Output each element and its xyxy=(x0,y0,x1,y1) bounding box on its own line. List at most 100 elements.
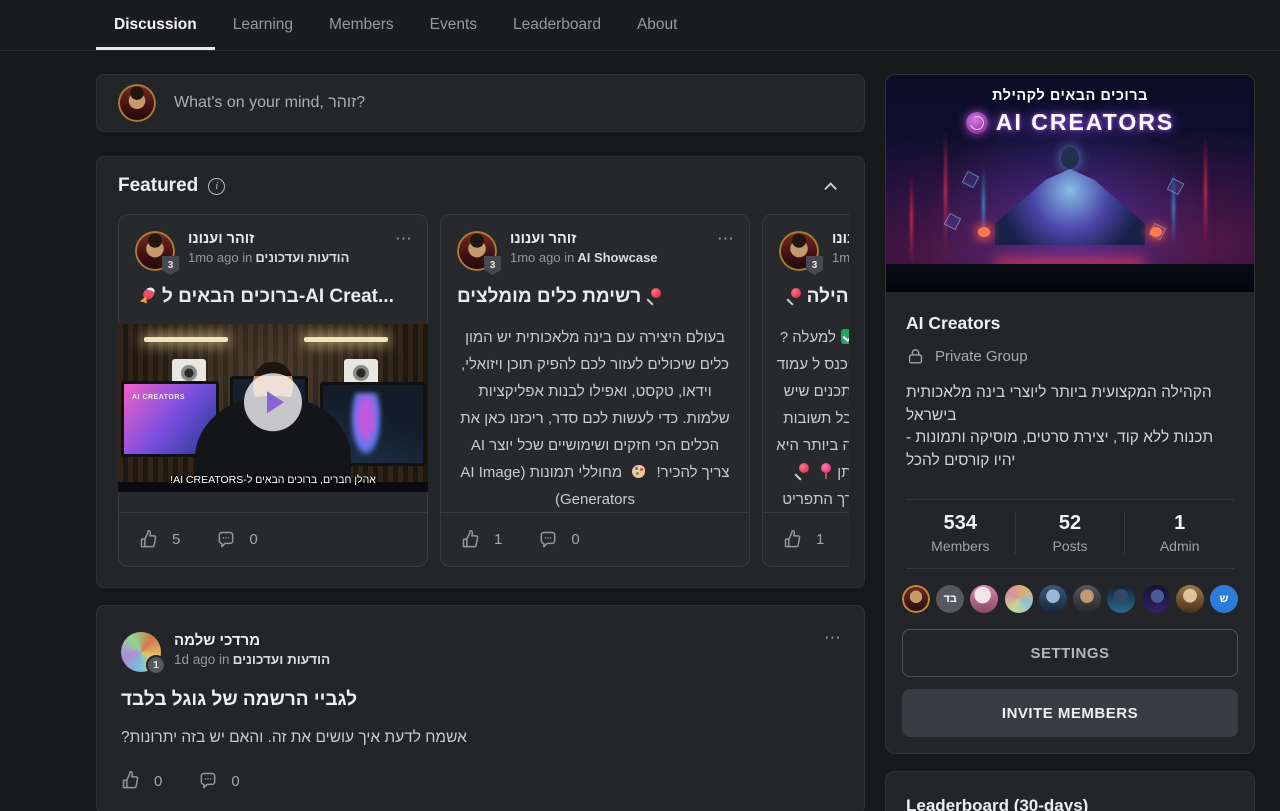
author-name[interactable]: זוהר וענונו xyxy=(188,231,349,247)
featured-title: Featured xyxy=(118,175,198,197)
like-button[interactable] xyxy=(121,771,141,791)
body-line: היכנס ל עמוד xyxy=(779,351,849,378)
round-pushpin-emoji-icon xyxy=(820,463,832,479)
member-avatar[interactable] xyxy=(1107,585,1135,613)
tab-leaderboard[interactable]: Leaderboard xyxy=(495,0,619,50)
level-badge: 1 xyxy=(146,655,166,675)
leaderboard-title: Leaderboard (30-days) xyxy=(906,796,1234,811)
banner-figure-hand xyxy=(1150,227,1162,237)
brain-logo-icon xyxy=(966,112,988,134)
tab-discussion[interactable]: Discussion xyxy=(96,0,215,50)
author-name[interactable]: מרדכי שלמה xyxy=(174,632,330,649)
member-avatar[interactable] xyxy=(1176,585,1204,613)
floating-cube xyxy=(962,171,980,189)
channel-name[interactable]: הודעות ועדכונים xyxy=(233,652,331,667)
settings-button[interactable]: SETTINGS xyxy=(902,629,1238,677)
like-count: 1 xyxy=(816,531,824,548)
member-avatar[interactable] xyxy=(902,585,930,613)
stat-admins[interactable]: 1 Admin xyxy=(1124,512,1234,554)
body-line: למעלה ? xyxy=(779,324,849,351)
level-badge: 3 xyxy=(806,256,823,275)
comment-button[interactable] xyxy=(216,530,236,550)
post-composer[interactable]: What's on your mind, זוהר? xyxy=(96,74,865,132)
comment-count: 0 xyxy=(249,531,257,548)
level-badge: 3 xyxy=(162,256,179,275)
post-age: 1d ago in xyxy=(174,652,230,667)
comment-count: 0 xyxy=(571,531,579,548)
pushpin-emoji-icon xyxy=(646,288,662,304)
rocket-emoji-icon xyxy=(140,287,157,304)
tab-learning[interactable]: Learning xyxy=(215,0,311,50)
pushpin-emoji-icon xyxy=(794,463,810,479)
featured-post-card-clipped[interactable]: 3 זוהר וענונו 1mo ago in ⋯ קהילה xyxy=(762,214,849,567)
body-line: דרך התפריט xyxy=(779,486,849,513)
featured-header: Featured i xyxy=(118,175,849,197)
featured-section: Featured i 3 זוהר וענונו xyxy=(96,156,865,588)
author-avatar[interactable]: 3 xyxy=(135,231,175,271)
member-avatar[interactable] xyxy=(1039,585,1067,613)
video-caption: אהלן חברים, ברוכים הבאים ל-AI CREATORS! xyxy=(118,474,428,486)
post-menu-icon[interactable]: ⋯ xyxy=(395,229,413,249)
channel-name[interactable]: AI Showcase xyxy=(577,250,657,265)
banner-welcome-text: ברוכים הבאים לקהילת xyxy=(886,88,1254,104)
post-meta: 1mo ago inAI Showcase xyxy=(510,250,658,265)
group-name: AI Creators xyxy=(906,313,1234,334)
tab-events[interactable]: Events xyxy=(412,0,495,50)
lock-icon xyxy=(906,347,925,366)
group-about-card: ברוכים הבאים לקהילת AI CREATORS AI Creat… xyxy=(885,74,1255,754)
featured-cards-row: 3 זוהר וענונו 1mo ago inהודעות ועדכונים … xyxy=(118,214,849,567)
post-footer: 5 0 xyxy=(119,512,427,566)
tab-about[interactable]: About xyxy=(619,0,696,50)
stat-posts[interactable]: 52 Posts xyxy=(1015,512,1125,554)
banner-light-streak xyxy=(1204,135,1207,245)
author-name[interactable]: זוהר וענונו xyxy=(832,231,849,247)
play-icon xyxy=(267,391,284,413)
member-avatar[interactable] xyxy=(1142,585,1170,613)
banner-desk xyxy=(886,264,1254,292)
banner-figure-body xyxy=(995,169,1145,245)
author-avatar[interactable]: 1 xyxy=(121,632,161,672)
featured-post-card[interactable]: 3 זוהר וענונו 1mo ago inAI Showcase ⋯ רש… xyxy=(440,214,750,567)
channel-name[interactable]: הודעות ועדכונים xyxy=(255,250,349,265)
video-thumbnail[interactable]: אהלן חברים, ברוכים הבאים ל-AI CREATORS! xyxy=(118,324,428,492)
current-user-avatar[interactable] xyxy=(118,84,156,122)
chevron-up-icon[interactable] xyxy=(824,182,837,195)
stat-members[interactable]: 534 Members xyxy=(906,512,1015,554)
member-avatar[interactable] xyxy=(1073,585,1101,613)
comment-button[interactable] xyxy=(538,530,558,550)
info-icon[interactable]: i xyxy=(208,178,225,195)
tab-members[interactable]: Members xyxy=(311,0,412,50)
post-footer: 0 0 xyxy=(121,771,840,791)
post-menu-icon[interactable]: ⋯ xyxy=(824,628,842,648)
group-stats: 534 Members 52 Posts 1 Admin xyxy=(906,499,1234,569)
author-avatar[interactable]: 3 xyxy=(457,231,497,271)
like-button[interactable] xyxy=(139,530,159,550)
post-title: קהילה xyxy=(779,286,849,312)
member-avatar[interactable] xyxy=(970,585,998,613)
like-button[interactable] xyxy=(783,530,803,550)
pushpin-emoji-icon xyxy=(786,288,802,304)
invite-members-button[interactable]: INVITE MEMBERS xyxy=(902,689,1238,737)
post-body: בעולם היצירה עם בינה מלאכותית יש המון כל… xyxy=(457,324,733,514)
banner-brand-row: AI CREATORS xyxy=(886,109,1254,136)
author-name[interactable]: זוהר וענונו xyxy=(510,231,658,247)
play-button[interactable] xyxy=(244,373,302,431)
member-avatar[interactable]: ש xyxy=(1210,585,1238,613)
post-menu-icon[interactable]: ⋯ xyxy=(717,229,735,249)
studio-light xyxy=(304,337,388,342)
post-header: 3 זוהר וענונו 1mo ago inהודעות ועדכונים xyxy=(135,231,411,271)
featured-post-card[interactable]: 3 זוהר וענונו 1mo ago inהודעות ועדכונים … xyxy=(118,214,428,567)
banner-figure xyxy=(1061,147,1079,169)
body-line: קבל תשובות xyxy=(779,405,849,432)
post-meta: 1d ago inהודעות ועדכונים xyxy=(174,652,330,667)
level-badge: 3 xyxy=(484,256,501,275)
member-avatar[interactable] xyxy=(1005,585,1033,613)
comment-button[interactable] xyxy=(198,771,218,791)
like-button[interactable] xyxy=(461,530,481,550)
group-actions: SETTINGS INVITE MEMBERS xyxy=(886,613,1254,753)
feed-post-card[interactable]: 1 מרדכי שלמה 1d ago inהודעות ועדכונים ⋯ … xyxy=(96,605,865,811)
post-meta: 1mo ago inהודעות ועדכונים xyxy=(188,250,349,265)
author-avatar[interactable]: 3 xyxy=(779,231,819,271)
member-avatar[interactable]: בד xyxy=(936,585,964,613)
like-count: 1 xyxy=(494,531,502,548)
